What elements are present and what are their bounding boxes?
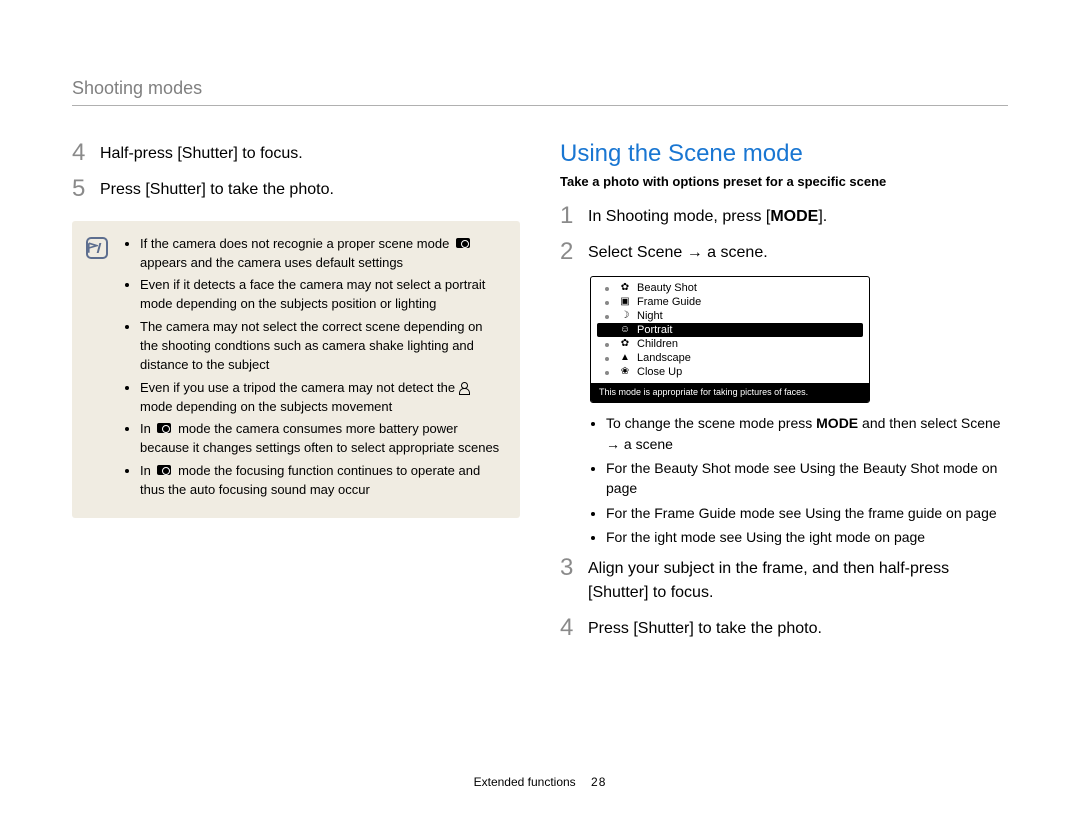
- note-text: Even if you use a tripod the camera may …: [140, 380, 459, 395]
- note-item: Even if you use a tripod the camera may …: [140, 379, 504, 417]
- scene-label: Children: [637, 338, 678, 350]
- bullet-icon: [605, 371, 609, 375]
- smart-auto-icon: [453, 238, 473, 250]
- note-text: mode the focusing function continues to …: [140, 463, 480, 497]
- bullet-icon: [605, 357, 609, 361]
- note-icon: [86, 237, 108, 259]
- smart-auto-icon: [154, 423, 174, 435]
- night-icon: ☽: [619, 310, 631, 321]
- step-4: 4 Press [Shutter] to take the photo.: [560, 615, 1008, 641]
- scene-label: Beauty Shot: [637, 282, 697, 294]
- note-text: mode depending on the subjects movement: [140, 399, 392, 414]
- scene-item-portrait-selected: ☺ Portrait: [597, 323, 863, 337]
- note-item: Even if it detects a face the camera may…: [140, 276, 504, 314]
- note-box: If the camera does not recognie a proper…: [72, 221, 520, 518]
- scene-preview: ✿ Beauty Shot ▣ Frame Guide ☽ Night ☺ Portra…: [590, 276, 870, 404]
- scene-item-beauty-shot: ✿ Beauty Shot: [597, 281, 863, 295]
- scene-label: Landscape: [637, 352, 691, 364]
- breadcrumb: Shooting modes: [72, 78, 1008, 106]
- bullet-icon: [605, 315, 609, 319]
- step-3: 3 Align your subject in the frame, and t…: [560, 555, 1008, 605]
- bullet-icon: [605, 301, 609, 305]
- step-2: 2 Select Scene → a scene.: [560, 239, 1008, 265]
- scene-item-frame-guide: ▣ Frame Guide: [597, 295, 863, 309]
- page-footer: Extended functions 28: [0, 775, 1080, 789]
- note-item: In mode the camera consumes more battery…: [140, 420, 504, 458]
- bullet-icon: [605, 343, 609, 347]
- step-4: 4 Half-press [Shutter] to focus.: [72, 140, 520, 166]
- scene-item-landscape: ▲ Landscape: [597, 351, 863, 365]
- text: For the ight mode see Using the ight mod…: [606, 529, 925, 545]
- scene-item-children: ✿ Children: [597, 337, 863, 351]
- note-text: In: [140, 463, 154, 478]
- right-column: Using the Scene mode Take a photo with o…: [560, 140, 1008, 652]
- scene-item-night: ☽ Night: [597, 309, 863, 323]
- closeup-icon: ❀: [619, 366, 631, 377]
- tips-list: To change the scene mode press MODE and …: [590, 413, 1008, 547]
- children-icon: ✿: [619, 338, 631, 349]
- step-text: Press [Shutter] to take the photo.: [100, 176, 334, 202]
- text: ].: [818, 208, 827, 225]
- step-text: Align your subject in the frame, and the…: [588, 555, 1008, 605]
- portrait-icon: ☺: [619, 324, 631, 335]
- scene-label: Portrait: [637, 324, 672, 336]
- frame-icon: ▣: [619, 296, 631, 307]
- step-5: 5 Press [Shutter] to take the photo.: [72, 176, 520, 202]
- text: For the Beauty Shot mode see Using the B…: [606, 460, 997, 496]
- scene-item-close-up: ❀ Close Up: [597, 365, 863, 379]
- mode-key-label: MODE: [770, 208, 818, 225]
- note-text: mode the camera consumes more battery po…: [140, 421, 499, 455]
- step-number: 2: [560, 239, 574, 265]
- note-text: appears and the camera uses default sett…: [140, 255, 403, 270]
- left-column: 4 Half-press [Shutter] to focus. 5 Press…: [72, 140, 520, 652]
- tip-item: For the ight mode see Using the ight mod…: [606, 527, 1008, 547]
- note-list: If the camera does not recognie a proper…: [124, 235, 504, 500]
- note-item: If the camera does not recognie a proper…: [140, 235, 504, 273]
- scene-list: ✿ Beauty Shot ▣ Frame Guide ☽ Night ☺ Portra…: [591, 277, 869, 383]
- mode-key-label: MODE: [816, 415, 858, 431]
- step-number: 3: [560, 555, 574, 605]
- note-item: The camera may not select the correct sc…: [140, 318, 504, 375]
- scene-label: Frame Guide: [637, 296, 701, 308]
- step-text: Press [Shutter] to take the photo.: [588, 615, 822, 641]
- note-item: In mode the focusing function continues …: [140, 462, 504, 500]
- step-number: 4: [560, 615, 574, 641]
- step-text: In Shooting mode, press [MODE].: [588, 203, 827, 229]
- scene-label: Close Up: [637, 366, 682, 378]
- section-title: Using the Scene mode: [560, 140, 1008, 168]
- section-subtitle: Take a photo with options preset for a s…: [560, 174, 1008, 189]
- note-text: Even if it detects a face the camera may…: [140, 277, 485, 311]
- step-1: 1 In Shooting mode, press [MODE].: [560, 203, 1008, 229]
- text: In Shooting mode, press [: [588, 208, 770, 225]
- note-text: The camera may not select the correct sc…: [140, 319, 483, 372]
- landscape-icon: ▲: [619, 352, 631, 363]
- step-number: 4: [72, 140, 86, 166]
- manual-page: Shooting modes 4 Half-press [Shutter] to…: [0, 0, 1080, 815]
- step-text: Half-press [Shutter] to focus.: [100, 140, 303, 166]
- tip-item: To change the scene mode press MODE and …: [606, 413, 1008, 454]
- scene-label: Night: [637, 310, 663, 322]
- film-icon: [602, 327, 612, 335]
- page-number: 28: [591, 775, 606, 789]
- step-number: 1: [560, 203, 574, 229]
- step-number: 5: [72, 176, 86, 202]
- two-column-layout: 4 Half-press [Shutter] to focus. 5 Press…: [72, 140, 1008, 652]
- note-text: In: [140, 421, 154, 436]
- beauty-icon: ✿: [619, 282, 631, 293]
- step-text: Select Scene → a scene.: [588, 239, 768, 265]
- text: For the Frame Guide mode see Using the f…: [606, 505, 997, 521]
- tripod-person-icon: [459, 382, 469, 394]
- footer-section-label: Extended functions: [474, 775, 576, 789]
- note-text: If the camera does not recognie a proper…: [140, 236, 453, 251]
- scene-description-bar: This mode is appropriate for taking pict…: [591, 383, 869, 403]
- tip-item: For the Beauty Shot mode see Using the B…: [606, 458, 1008, 499]
- text: To change the scene mode press: [606, 415, 816, 431]
- smart-auto-icon: [154, 465, 174, 477]
- bullet-icon: [605, 287, 609, 291]
- tip-item: For the Frame Guide mode see Using the f…: [606, 503, 1008, 523]
